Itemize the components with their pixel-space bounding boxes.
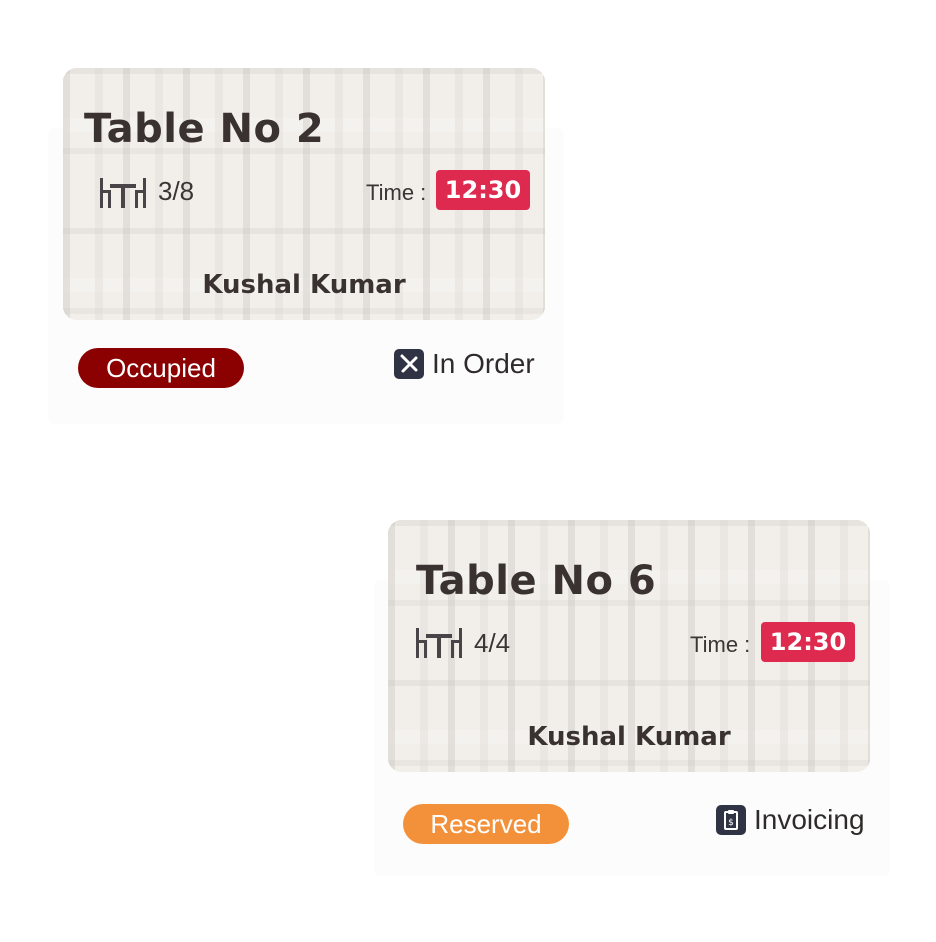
time-badge: 12:30 <box>436 170 530 210</box>
customer-name: Kushal Kumar <box>202 270 406 300</box>
status-badge: Reserved <box>403 804 569 844</box>
svg-text:$: $ <box>728 818 734 828</box>
dining-table-icon <box>100 178 146 208</box>
status-badge: Occupied <box>78 348 244 388</box>
table-title: Table No 6 <box>416 558 657 604</box>
order-state-label: In Order <box>432 348 535 379</box>
time-badge: 12:30 <box>761 622 855 662</box>
table-card[interactable]: Table No 6 4/4 Time : 12:30 Kushal Kumar… <box>374 520 890 876</box>
seat-count: 4/4 <box>474 628 511 658</box>
order-state-label: Invoicing <box>754 804 865 835</box>
order-state: $ Invoicing <box>716 804 865 836</box>
time-label: Time : <box>690 632 751 657</box>
time-label: Time : <box>366 180 427 205</box>
seat-count: 3/8 <box>158 176 195 206</box>
invoice-icon: $ <box>716 805 746 835</box>
customer-name: Kushal Kumar <box>527 722 731 752</box>
order-state: In Order <box>394 348 535 380</box>
utensils-icon <box>394 349 424 379</box>
table-title: Table No 2 <box>84 106 325 152</box>
table-card[interactable]: Table No 2 3/8 Time : 12:30 Kushal Kumar… <box>48 68 564 424</box>
dining-table-icon <box>416 628 462 658</box>
